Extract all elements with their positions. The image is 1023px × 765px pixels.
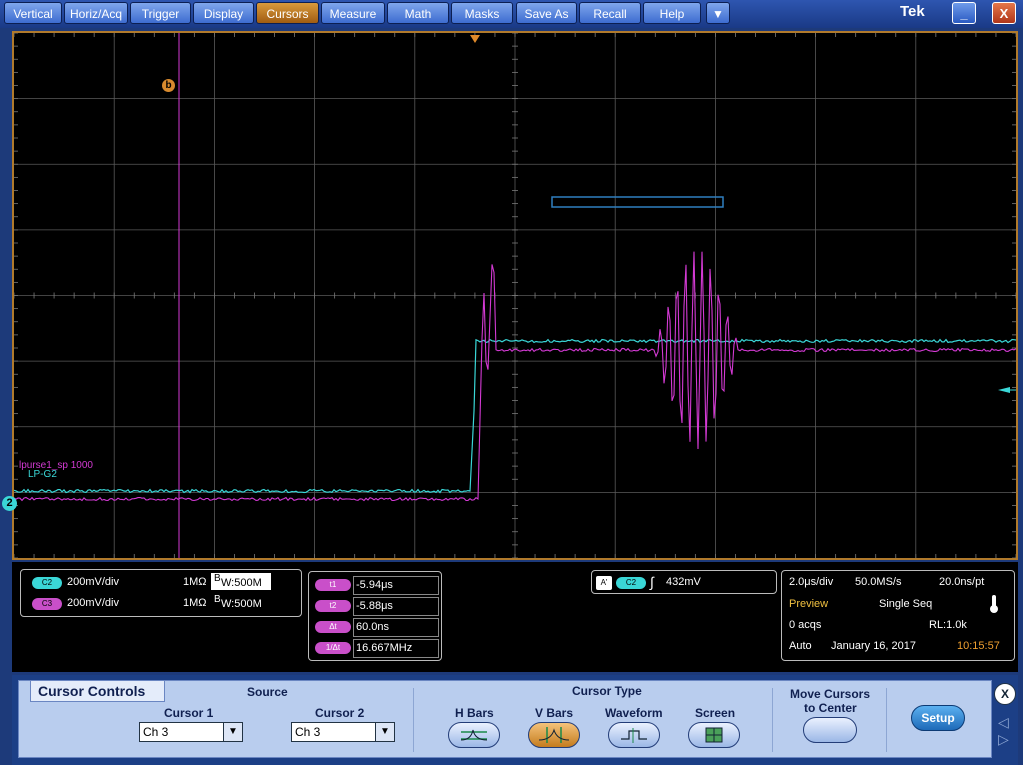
scroll-right-icon[interactable]: ▷ bbox=[998, 731, 1009, 748]
minimize-button[interactable]: _ bbox=[952, 2, 976, 24]
sample-rate: 50.0MS/s bbox=[855, 576, 901, 588]
vbars-icon bbox=[529, 723, 579, 747]
scroll-left-icon[interactable]: ◁ bbox=[998, 714, 1009, 731]
vbars-button[interactable] bbox=[528, 722, 580, 748]
menu-measure-button[interactable]: Measure bbox=[321, 2, 385, 24]
hbars-button[interactable] bbox=[448, 722, 500, 748]
cursor1-source-value: Ch 3 bbox=[143, 725, 168, 739]
selection-box bbox=[552, 197, 723, 207]
divider bbox=[772, 688, 773, 752]
cursor1-label: Cursor 1 bbox=[164, 706, 213, 720]
acq-date: January 16, 2017 bbox=[831, 640, 916, 652]
type-vbars-label: V Bars bbox=[535, 706, 573, 720]
menu-more-button[interactable]: ▼ bbox=[706, 2, 730, 24]
trigger-mode: Auto bbox=[789, 640, 812, 652]
channel-2-marker[interactable]: 2 bbox=[2, 496, 17, 511]
channel-3-bw-prefix: B bbox=[214, 594, 221, 605]
channel-readout[interactable]: C2 200mV/div 1MΩ B W:500M C3 200mV/div 1… bbox=[20, 569, 302, 617]
trigger-position-marker bbox=[470, 35, 480, 43]
setup-button[interactable]: Setup bbox=[911, 705, 965, 731]
cursor-readout-value: 16.667MHz bbox=[356, 642, 412, 654]
move-cursors-to-center-button[interactable] bbox=[803, 717, 857, 743]
menu-cursors-button[interactable]: Cursors bbox=[256, 2, 319, 24]
chevron-down-icon: ▼ bbox=[375, 723, 394, 741]
acq-mode: Preview bbox=[789, 598, 828, 610]
divider bbox=[413, 688, 414, 752]
cursor2-source-select[interactable]: Ch 3 ▼ bbox=[291, 722, 395, 742]
menu-horiz-acq-button[interactable]: Horiz/Acq bbox=[64, 2, 128, 24]
cursor-readout-value: 60.0ns bbox=[356, 621, 389, 633]
type-screen-label: Screen bbox=[695, 706, 735, 720]
waveform-display[interactable]: b lpurse1_sp 1000 LP-G2 bbox=[12, 31, 1018, 560]
channel-3-scale: 200mV/div bbox=[67, 597, 119, 609]
channel-3-bw: W:500M bbox=[221, 598, 262, 610]
cursor-readout-label: Δt bbox=[315, 621, 351, 633]
acquisition-readout[interactable]: 2.0μs/div 50.0MS/s 20.0ns/pt Preview Sin… bbox=[781, 570, 1015, 661]
screen-button[interactable] bbox=[688, 722, 740, 748]
ref-label: LP-G2 bbox=[28, 469, 57, 480]
trigger-readout[interactable]: A' C2 ∫ 432mV bbox=[591, 570, 777, 594]
channel-3-badge: C3 bbox=[32, 598, 62, 610]
close-button[interactable]: X bbox=[992, 2, 1016, 24]
cursor-type-label: Cursor Type bbox=[572, 684, 642, 698]
record-length: RL:1.0k bbox=[929, 619, 967, 631]
channel-2-scale: 200mV/div bbox=[67, 576, 119, 588]
divider bbox=[886, 688, 887, 752]
cursor-readout-label: t2 bbox=[315, 600, 351, 612]
menu-vertical-button[interactable]: Vertical bbox=[4, 2, 62, 24]
hbars-icon bbox=[449, 723, 499, 747]
menu-trigger-button[interactable]: Trigger bbox=[130, 2, 191, 24]
menu-display-button[interactable]: Display bbox=[193, 2, 254, 24]
channel-2-bw: W:500M bbox=[221, 577, 262, 589]
type-waveform-label: Waveform bbox=[605, 706, 663, 720]
acq-count: 0 acqs bbox=[789, 619, 821, 631]
trigger-a-badge: A' bbox=[596, 576, 612, 590]
cursor2-label: Cursor 2 bbox=[315, 706, 364, 720]
menu-help-button[interactable]: Help bbox=[643, 2, 701, 24]
channel-3-impedance: 1MΩ bbox=[183, 597, 207, 609]
cursor-readout-label: t1 bbox=[315, 579, 351, 591]
timebase: 2.0μs/div bbox=[789, 576, 833, 588]
menu-masks-button[interactable]: Masks bbox=[451, 2, 513, 24]
move-cursors-label-2: to Center bbox=[804, 701, 857, 715]
trigger-slope-icon: ∫ bbox=[650, 574, 654, 590]
channel-2-impedance: 1MΩ bbox=[183, 576, 207, 588]
cursor2-source-value: Ch 3 bbox=[295, 725, 320, 739]
cursor-controls-title: Cursor Controls bbox=[38, 683, 145, 699]
brand-logo: Tek bbox=[900, 3, 925, 20]
screen-icon bbox=[689, 723, 739, 747]
channel-2-bw-prefix: B bbox=[214, 573, 221, 584]
cursor-readout[interactable]: t1 -5.94μs t2 -5.88μs Δt 60.0ns 1/Δt 16.667MHz bbox=[308, 571, 442, 661]
cursor1-source-select[interactable]: Ch 3 ▼ bbox=[139, 722, 243, 742]
chevron-down-icon: ▼ bbox=[223, 723, 242, 741]
trigger-channel-badge: C2 bbox=[616, 577, 646, 589]
waveform-icon bbox=[609, 723, 659, 747]
menu-recall-button[interactable]: Recall bbox=[579, 2, 641, 24]
move-cursors-label-1: Move Cursors bbox=[790, 687, 870, 701]
menu-math-button[interactable]: Math bbox=[387, 2, 449, 24]
thermometer-bulb bbox=[990, 605, 998, 613]
type-hbars-label: H Bars bbox=[455, 706, 494, 720]
cursor-b-marker[interactable]: b bbox=[162, 79, 175, 92]
acq-seq: Single Seq bbox=[879, 598, 932, 610]
graticule-grid bbox=[14, 33, 1016, 558]
panel-close-button[interactable]: X bbox=[994, 683, 1016, 705]
trigger-level: 432mV bbox=[666, 576, 701, 588]
resolution: 20.0ns/pt bbox=[939, 576, 984, 588]
channel-2-badge: C2 bbox=[32, 577, 62, 589]
source-label: Source bbox=[247, 685, 288, 699]
acq-time: 10:15:57 bbox=[957, 640, 1000, 652]
cursor-readout-label: 1/Δt bbox=[315, 642, 351, 654]
menu-save-as-button[interactable]: Save As bbox=[516, 2, 577, 24]
cursor-readout-value: -5.94μs bbox=[356, 579, 393, 591]
waveform-graticule bbox=[14, 33, 1016, 558]
cursor-readout-value: -5.88μs bbox=[356, 600, 393, 612]
waveform-button[interactable] bbox=[608, 722, 660, 748]
